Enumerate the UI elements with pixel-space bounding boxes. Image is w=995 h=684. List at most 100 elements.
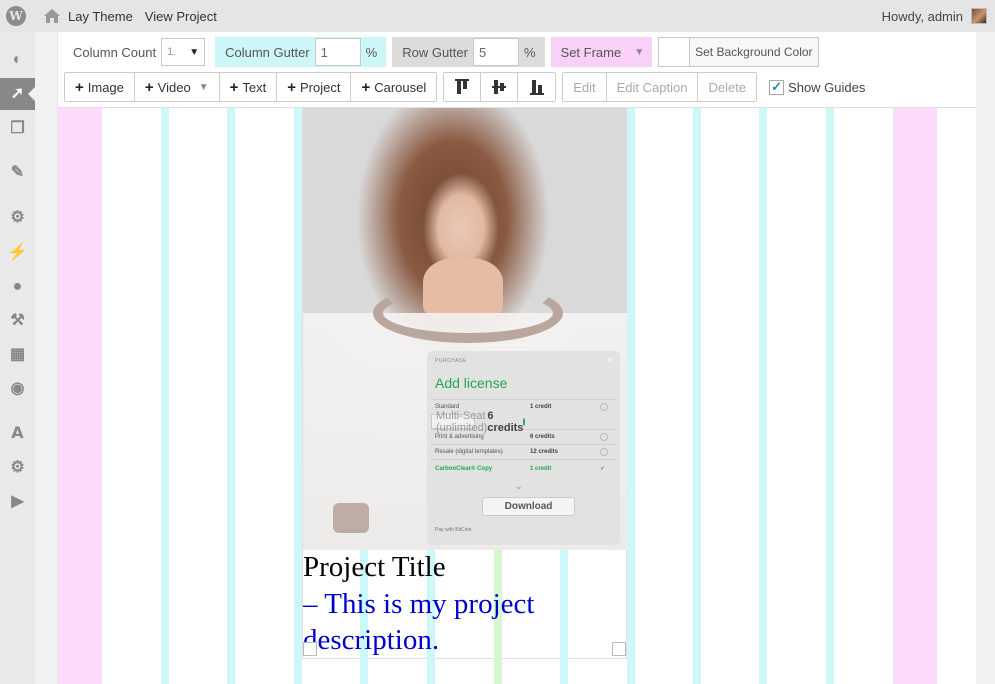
column-count-value: 1.: [167, 46, 177, 58]
license-addon-row: CarbonClear® Copy 1 credit ✓: [431, 459, 616, 477]
column-gutter-input[interactable]: 1: [314, 38, 361, 66]
add-carousel-label: Carousel: [374, 79, 427, 95]
column-gutter-group: Column Gutter 1 %: [215, 37, 387, 67]
delete-label: Delete: [708, 79, 747, 95]
add-project-label: Project: [299, 79, 341, 95]
project-thumbnail-image: PURCHASE ✕ Add license Standard 1 credit …: [303, 108, 627, 550]
posts-pin-icon[interactable]: ➚: [0, 78, 35, 110]
show-guides-checkbox[interactable]: ✓: [769, 79, 785, 95]
tools-wrench-icon[interactable]: ⚒: [0, 305, 35, 337]
row-gutter-group: Row Gutter 5 %: [392, 37, 545, 67]
column-count-label: Column Count: [73, 44, 157, 60]
column-gutter-unit: %: [365, 44, 378, 60]
chevron-down-icon: ⌄: [515, 481, 523, 491]
media-icon[interactable]: ⚙: [0, 202, 35, 234]
license-widget: PURCHASE ✕ Add license Standard 1 credit …: [427, 351, 620, 545]
view-project-link[interactable]: View Project: [139, 0, 223, 32]
site-name-label: Lay Theme: [68, 8, 133, 24]
set-background-color-button[interactable]: Set Background Color: [690, 37, 819, 67]
photo-gadget-shape: [333, 503, 369, 533]
plus-icon: +: [229, 78, 239, 96]
align-group: [443, 72, 557, 102]
admin-bar: W Lay Theme View Project Howdy, admin: [0, 0, 995, 32]
outer-margin-guide-left: [58, 108, 102, 684]
chevron-down-icon: ▼: [634, 46, 645, 58]
pages-icon[interactable]: ❐: [0, 113, 35, 145]
show-guides-toggle[interactable]: ✓ Show Guides: [763, 79, 866, 95]
view-project-label: View Project: [144, 8, 217, 24]
plugins-icon[interactable]: ⚡: [0, 237, 35, 269]
align-top-icon: [455, 79, 470, 94]
column-gutter-guide: [759, 108, 767, 684]
account-menu[interactable]: Howdy, admin: [882, 8, 995, 24]
add-video-button[interactable]: + Video ▼: [134, 73, 220, 101]
edit-element-group: Edit Edit Caption Delete: [562, 72, 758, 102]
plus-icon: +: [75, 78, 84, 96]
license-row-credits: 12 credits: [530, 449, 559, 455]
typography-icon[interactable]: A: [0, 417, 35, 449]
settings-gear-icon[interactable]: ⚙: [0, 452, 35, 484]
radio-icon: [600, 448, 608, 456]
column-gutter-guide: [294, 108, 302, 684]
project-title: Project Title: [303, 551, 446, 583]
grid-canvas[interactable]: PURCHASE ✕ Add license Standard 1 credit …: [58, 108, 976, 684]
plus-icon: +: [361, 78, 371, 96]
license-table: Standard 1 credit Multi-Seat (unlimited) 6…: [431, 399, 616, 477]
dashboard-icon[interactable]: ◐: [0, 44, 35, 76]
license-row-name: Multi-Seat (unlimited): [436, 409, 488, 434]
add-image-button[interactable]: + Image: [65, 73, 135, 101]
row-gutter-input[interactable]: 5: [472, 38, 519, 66]
photo-collar-shape: [373, 283, 563, 343]
delete-button[interactable]: Delete: [698, 73, 757, 101]
license-row-name: Resale (digital templates): [435, 449, 503, 455]
radio-icon: [600, 403, 608, 411]
show-guides-label: Show Guides: [788, 79, 866, 95]
radio-selected-icon: [523, 417, 526, 426]
add-carousel-button[interactable]: + Carousel: [351, 73, 437, 101]
edit-button[interactable]: Edit: [563, 73, 607, 101]
align-middle-button[interactable]: [481, 73, 519, 101]
edit-caption-label: Edit Caption: [616, 79, 688, 95]
resize-handle-right[interactable]: [612, 642, 626, 656]
background-color-swatch[interactable]: [658, 37, 691, 67]
resize-handle-left[interactable]: [303, 642, 317, 656]
license-row-name: Print & advertising: [435, 434, 484, 440]
avatar: [971, 8, 987, 24]
wordpress-icon: W: [6, 6, 26, 26]
set-frame-label: Set Frame: [560, 44, 622, 60]
eye-icon[interactable]: ◉: [0, 373, 35, 405]
license-row: Multi-Seat (unlimited) 6 credits: [431, 410, 526, 434]
align-bottom-button[interactable]: [518, 73, 556, 101]
edit-caption-button[interactable]: Edit Caption: [606, 73, 699, 101]
license-addon-name: CarbonClear® Copy: [435, 465, 493, 472]
toolbar-row-settings: Column Count 1. ▼ Column Gutter 1 % Row …: [64, 37, 819, 67]
column-count-select[interactable]: 1. ▼: [161, 38, 206, 66]
add-video-label: Video: [157, 79, 191, 95]
column-count-group: Column Count 1. ▼: [64, 37, 209, 67]
project-element[interactable]: PURCHASE ✕ Add license Standard 1 credit …: [302, 108, 627, 684]
add-text-button[interactable]: + Text: [219, 73, 278, 101]
set-frame-dropdown[interactable]: Set Frame ▼: [550, 37, 653, 67]
license-row-credits: 6 credits: [487, 409, 524, 434]
license-title: Add license: [435, 375, 508, 391]
chevron-down-icon: ▼: [198, 81, 209, 93]
appearance-brush-icon[interactable]: ✎: [0, 157, 35, 189]
users-icon[interactable]: ●: [0, 271, 35, 303]
row-gutter-value: 5: [478, 44, 487, 60]
play-icon[interactable]: ▶: [0, 486, 35, 518]
edit-label: Edit: [573, 79, 596, 95]
column-gutter-guide: [826, 108, 834, 684]
gridder-toolbar: Column Count 1. ▼ Column Gutter 1 % Row …: [58, 32, 976, 108]
import-icon[interactable]: ▦: [0, 339, 35, 371]
license-row-credits: 1 credit: [530, 404, 552, 410]
license-row-credits: 6 credits: [530, 434, 555, 440]
align-middle-icon: [492, 80, 507, 94]
set-background-color-label: Set Background Color: [695, 45, 813, 59]
row-gutter-unit: %: [523, 44, 536, 60]
site-name-link[interactable]: Lay Theme: [32, 0, 139, 32]
add-project-button[interactable]: + Project: [277, 73, 352, 101]
align-top-button[interactable]: [444, 73, 482, 101]
radio-icon: [600, 433, 608, 441]
wordpress-logo-button[interactable]: W: [0, 0, 32, 32]
add-text-label: Text: [242, 79, 267, 95]
